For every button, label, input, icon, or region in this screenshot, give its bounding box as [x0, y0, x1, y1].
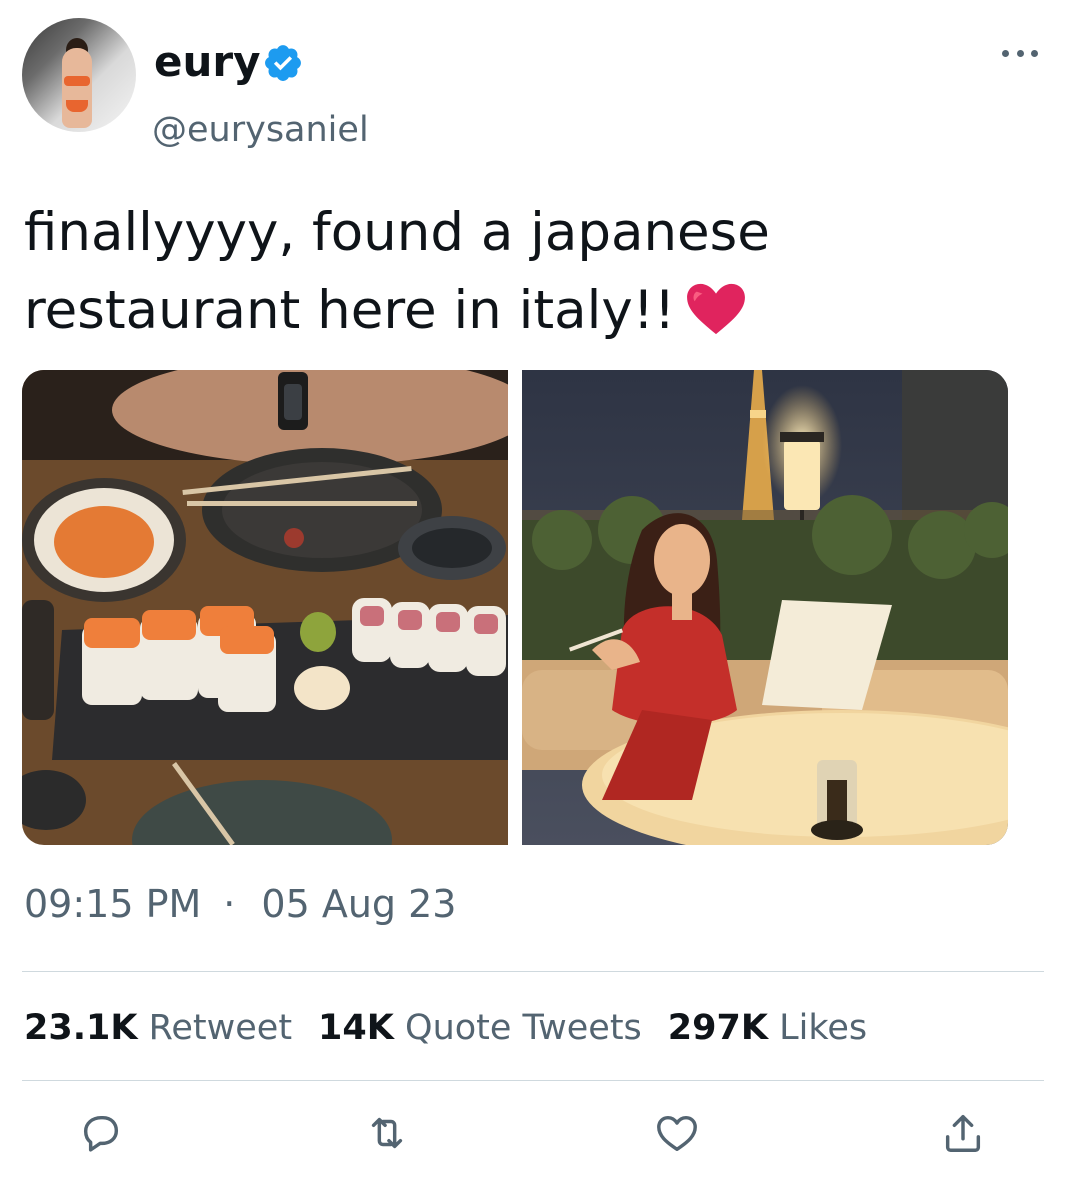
more-options-icon[interactable] — [1002, 50, 1038, 60]
tweet-date: 05 Aug 23 — [261, 882, 457, 926]
like-icon — [657, 1115, 697, 1152]
tweet-text: finallyyyy, found a japanese restaurant … — [24, 194, 1044, 350]
tweet-timestamp[interactable]: 09:15 PM · 05 Aug 23 — [24, 880, 456, 928]
avatar-suit-top — [64, 76, 90, 86]
likes-count: 297K — [667, 1008, 768, 1048]
dot — [1031, 50, 1038, 57]
quotes-count: 14K — [318, 1008, 394, 1048]
display-name[interactable]: eury — [154, 36, 260, 88]
retweets-stat[interactable]: 23.1K Retweet — [24, 1008, 292, 1048]
like-button[interactable] — [654, 1110, 700, 1156]
sushi-dinner-photo[interactable] — [22, 370, 508, 845]
sushi-photo-image — [22, 370, 508, 845]
restaurant-terrace-photo[interactable] — [522, 370, 1008, 845]
tweet-body: finallyyyy, found a japanese restaurant … — [24, 202, 770, 341]
likes-label: Likes — [779, 1008, 868, 1048]
handle[interactable]: @eurysaniel — [152, 108, 369, 152]
retweets-count: 23.1K — [24, 1008, 138, 1048]
verified-badge-icon — [265, 45, 301, 81]
quotes-label: Quote Tweets — [405, 1008, 642, 1048]
tweet-time: 09:15 PM — [24, 882, 202, 926]
divider — [22, 971, 1044, 972]
avatar-figure — [62, 48, 92, 128]
red-heart-emoji-icon — [687, 283, 746, 335]
avatar-suit-bottom — [66, 100, 88, 112]
share-button[interactable] — [940, 1110, 986, 1156]
retweet-button[interactable] — [364, 1110, 410, 1156]
meta-separator: · — [223, 882, 236, 926]
likes-stat[interactable]: 297K Likes — [668, 1008, 867, 1048]
reply-icon — [83, 1115, 119, 1152]
divider — [22, 1080, 1044, 1081]
retweets-label: Retweet — [148, 1008, 293, 1048]
dot — [1002, 50, 1009, 57]
dot — [1016, 50, 1024, 57]
reply-button[interactable] — [78, 1110, 124, 1156]
share-icon — [945, 1114, 981, 1152]
quotes-stat[interactable]: 14K Quote Tweets — [318, 1008, 642, 1048]
retweet-icon — [371, 1117, 403, 1149]
terrace-photo-image — [522, 370, 1008, 845]
engagement-stats: 23.1K Retweet 14K Quote Tweets 297K Likes — [24, 1004, 893, 1052]
avatar[interactable] — [22, 18, 136, 132]
